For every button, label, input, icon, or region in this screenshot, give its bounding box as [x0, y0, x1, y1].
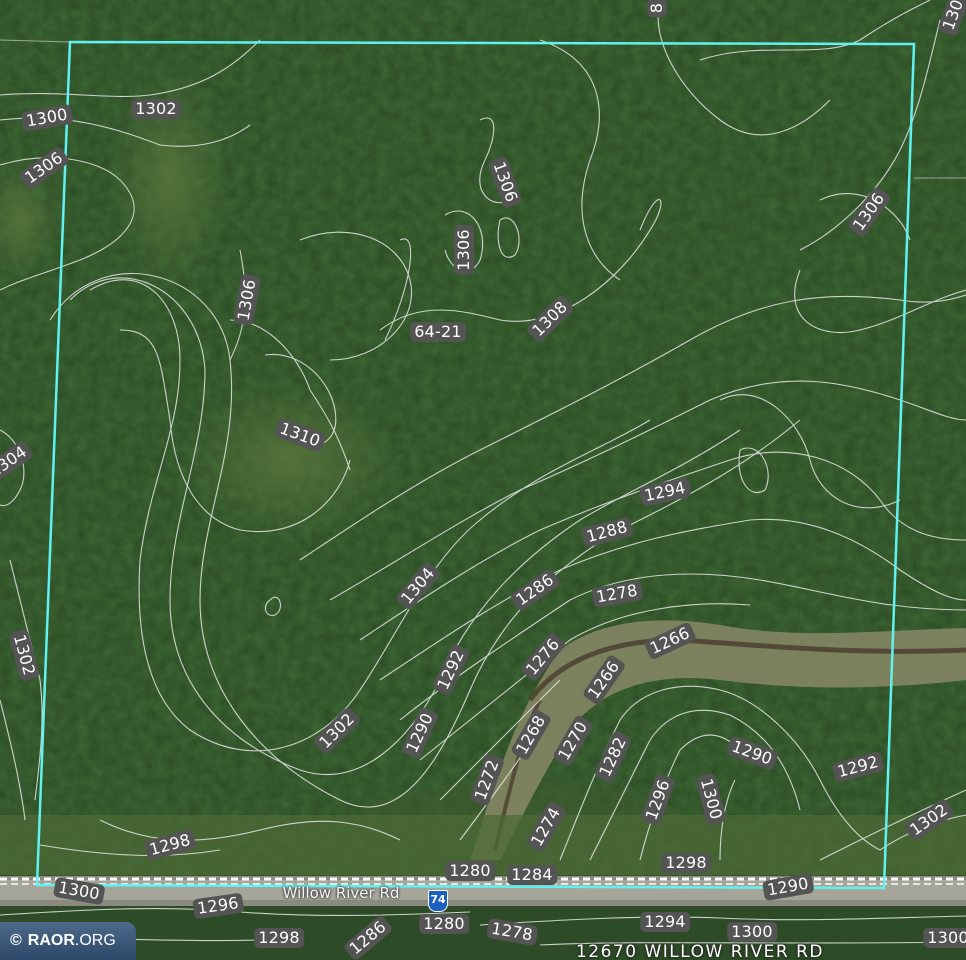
- terrain-layer: [0, 0, 966, 960]
- contour-label: 1280: [419, 914, 469, 934]
- parcel-map[interactable]: 1300 1302 1306 1306 1306 1306 1306 1308 …: [0, 0, 966, 960]
- raor-logo-badge[interactable]: © RAOR.ORG: [0, 922, 136, 960]
- route-shield-icon: 74: [428, 890, 448, 912]
- address-label: 12670 WILLOW RIVER RD: [575, 942, 825, 960]
- contour-label: 1306: [454, 225, 474, 275]
- parcel-id-label[interactable]: 64-21: [410, 322, 466, 342]
- contour-label: 8: [647, 0, 667, 18]
- contour-label: 1302: [131, 99, 181, 119]
- contour-label: 1300: [923, 928, 966, 948]
- contour-label: 1280: [445, 861, 495, 881]
- copyright-icon: ©: [10, 932, 22, 949]
- contour-label: 1294: [640, 912, 690, 932]
- contour-label: 1298: [254, 928, 304, 948]
- road-name-label: Willow River Rd: [282, 884, 400, 902]
- contour-label: 1284: [507, 865, 557, 885]
- contour-label: 1298: [661, 853, 711, 873]
- contour-label: 1300: [727, 922, 777, 942]
- brand-name: RAOR.ORG: [27, 932, 116, 949]
